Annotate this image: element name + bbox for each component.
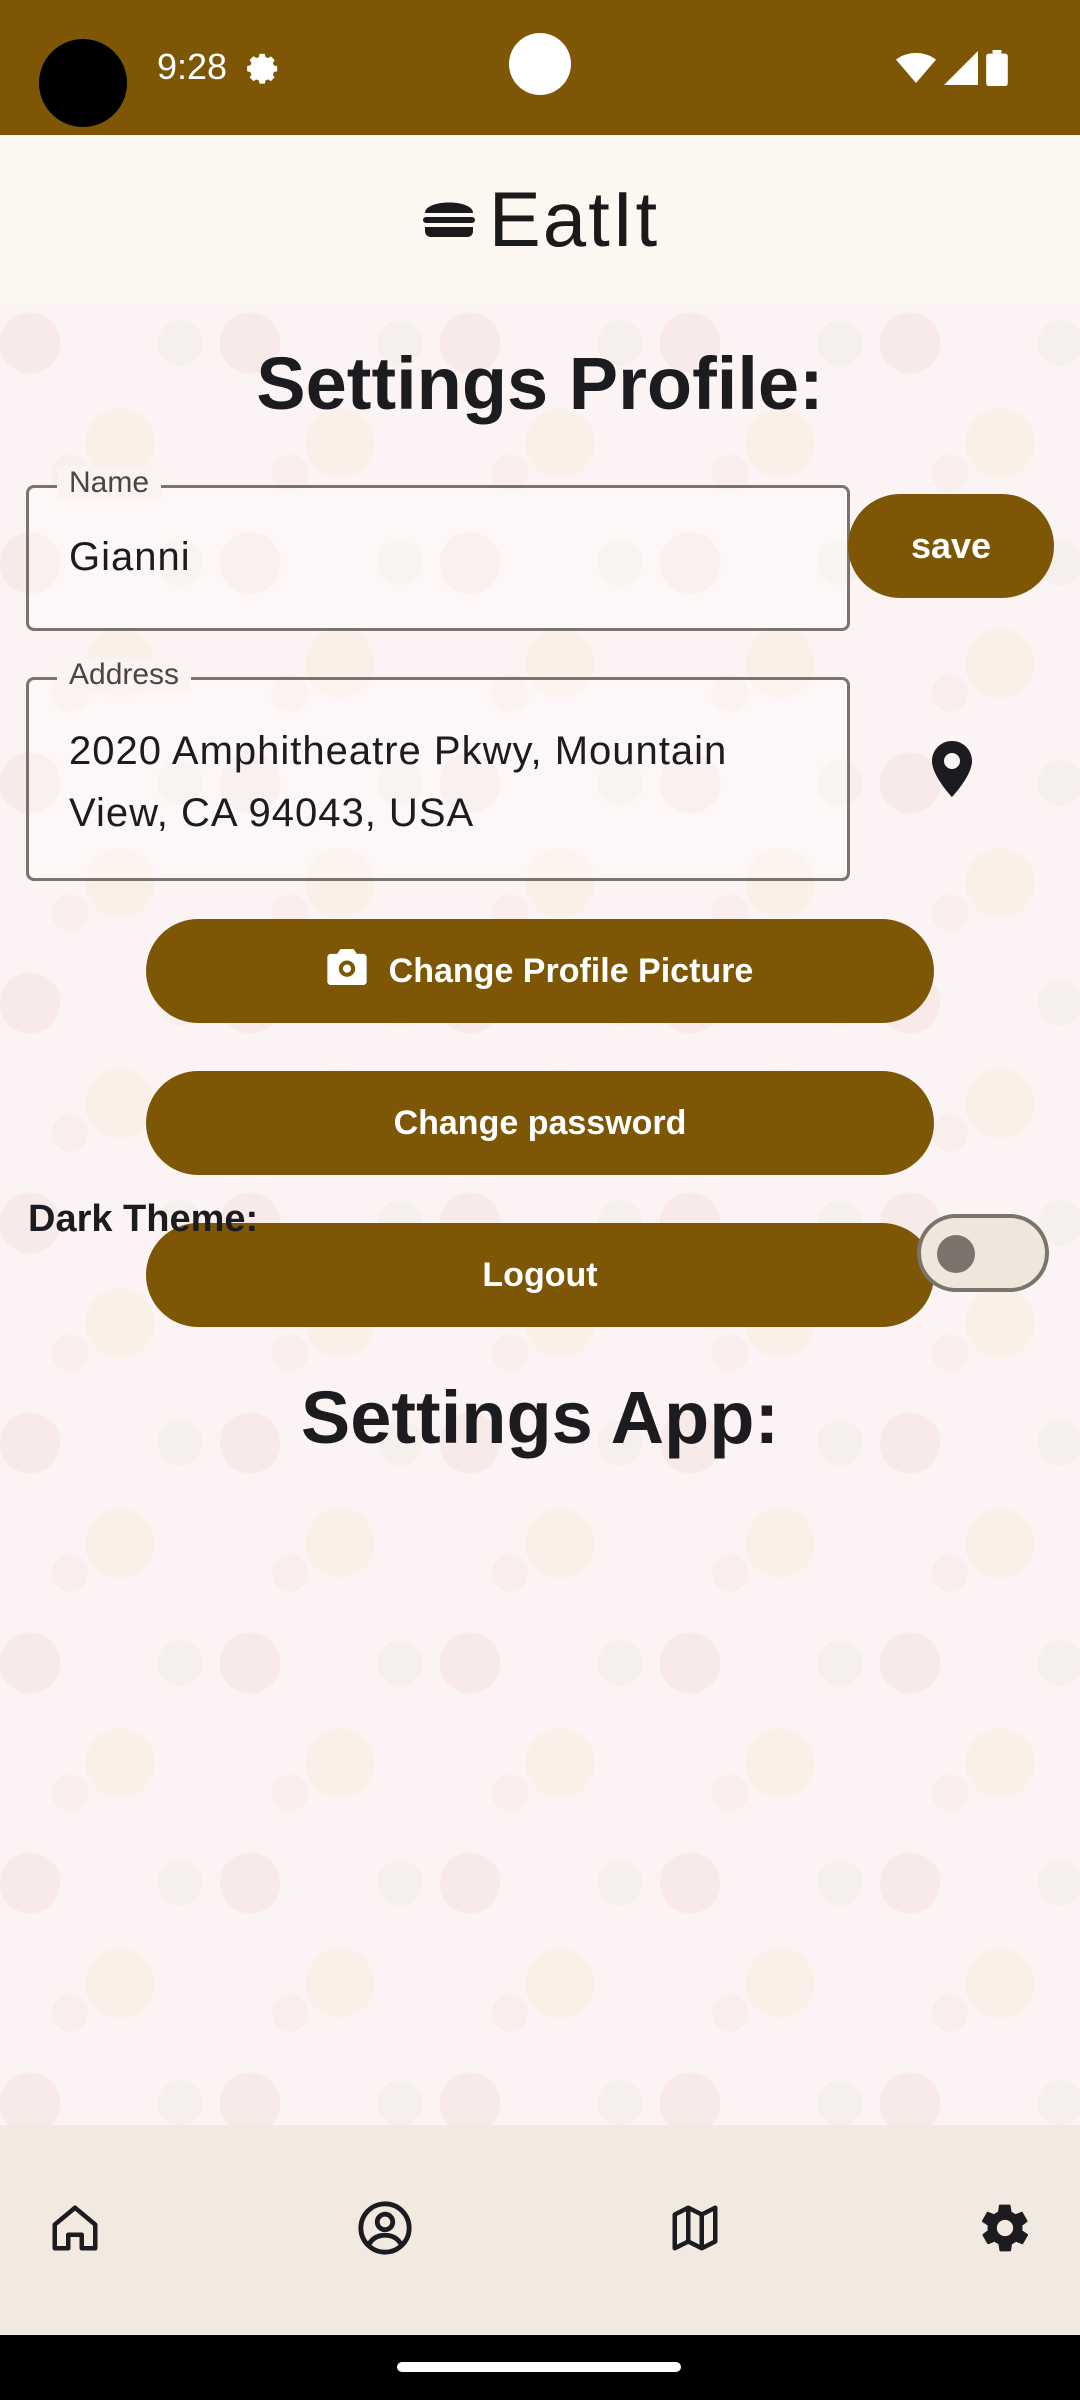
nav-map[interactable] (660, 2195, 730, 2265)
profile-icon (356, 2199, 414, 2262)
burger-icon (421, 195, 477, 244)
change-password-button[interactable]: Change password (146, 1071, 934, 1175)
dark-theme-label: Dark Theme: (28, 1198, 259, 1240)
app-logo: EatIt (421, 174, 659, 265)
logout-button[interactable]: Logout (146, 1223, 934, 1327)
address-field-value[interactable]: 2020 Amphitheatre Pkwy, Mountain View, C… (69, 720, 727, 844)
nav-home[interactable] (40, 2195, 110, 2265)
app-title: EatIt (488, 174, 660, 263)
address-field[interactable]: Address 2020 Amphitheatre Pkwy, Mountain… (26, 658, 850, 881)
front-camera (509, 33, 571, 95)
nav-profile[interactable] (350, 2195, 420, 2265)
wifi-icon (896, 51, 936, 90)
status-time: 9:28 (157, 46, 228, 87)
map-icon (668, 2201, 722, 2260)
dark-theme-switch[interactable] (917, 1214, 1049, 1292)
name-field-label: Name (57, 466, 162, 500)
status-bar: 9:28 (0, 0, 1080, 135)
change-profile-picture-label: Change Profile Picture (388, 951, 754, 990)
location-pin-icon[interactable] (928, 741, 976, 802)
system-gesture-bar (0, 2335, 1080, 2400)
status-icons (896, 50, 1008, 91)
address-line-1: 2020 Amphitheatre Pkwy, Mountain (69, 729, 728, 773)
app-header: EatIt (0, 135, 1080, 303)
change-profile-picture-button[interactable]: Change Profile Picture (146, 919, 934, 1023)
nav-settings[interactable] (970, 2195, 1040, 2265)
profile-settings-title: Settings Profile: (256, 342, 824, 425)
name-field-value[interactable]: Gianni (69, 526, 191, 588)
address-field-label: Address (57, 658, 192, 692)
app-settings-title: Settings App: (300, 1376, 780, 1459)
camera-cutout (39, 39, 127, 127)
name-field[interactable]: Name Gianni (26, 466, 850, 631)
address-line-2: View, CA 94043, USA (69, 791, 475, 835)
camera-icon (327, 948, 367, 994)
settings-gear-icon (243, 48, 283, 93)
battery-icon (986, 50, 1008, 91)
home-icon (48, 2201, 102, 2260)
switch-knob (937, 1235, 975, 1273)
save-button[interactable]: save (848, 494, 1054, 598)
signal-icon (944, 51, 978, 90)
settings-icon (977, 2200, 1033, 2261)
bottom-navigation (0, 2125, 1080, 2335)
home-gesture-handle[interactable] (397, 2362, 681, 2372)
